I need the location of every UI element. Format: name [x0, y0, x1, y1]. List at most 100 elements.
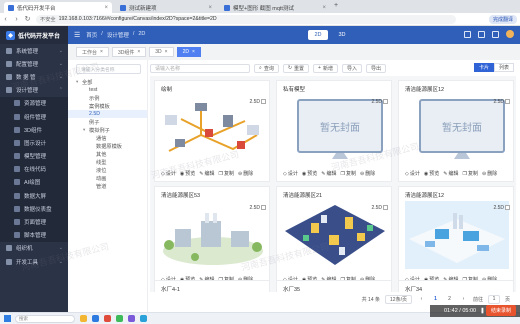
app-icon[interactable] [140, 315, 147, 322]
sidebar-item-15[interactable]: 组织机 ⌄ [0, 242, 68, 255]
sidebar-item-10[interactable]: AI绘图 [0, 175, 68, 190]
tree-toggle-icon[interactable]: ▾ [76, 79, 80, 85]
page-1[interactable]: 1 [431, 295, 440, 303]
browser-tab-test[interactable]: 测试新建项 × [116, 2, 216, 13]
close-icon[interactable]: × [137, 49, 140, 55]
prev-page-icon[interactable]: ‹ [417, 295, 426, 303]
windows-start-icon[interactable] [4, 315, 11, 322]
tree-node[interactable]: 管道 [68, 182, 147, 190]
delete-button[interactable]: ⊖删除 [482, 170, 497, 178]
new-tab-icon[interactable]: + [334, 2, 338, 9]
tab-3d[interactable]: 3D [332, 30, 352, 40]
tree-node[interactable]: 动画 [68, 174, 147, 182]
app-icon[interactable] [104, 315, 111, 322]
card-checkbox[interactable] [261, 99, 266, 104]
sidebar-item-4[interactable]: 资源管理 [0, 96, 68, 110]
model-card[interactable]: 清洁能源展区122.5D◇设计◉预览✎编辑❐复制⊖删除 [398, 186, 514, 288]
sidebar-item-12[interactable]: 数据仪表盘 [0, 202, 68, 216]
reset-button[interactable]: ↻ 重置 [282, 63, 310, 73]
card-thumbnail[interactable] [161, 95, 265, 163]
file-explorer-icon[interactable] [80, 315, 87, 322]
preview-button[interactable]: ◉预览 [424, 170, 439, 178]
design-button[interactable]: ◇设计 [405, 170, 420, 178]
card-thumbnail[interactable] [161, 201, 265, 269]
edge-icon[interactable] [92, 315, 99, 322]
security-warning[interactable]: 不安全 [40, 16, 56, 23]
model-card[interactable]: 清洁能源展区12 暂无封面 2.5D ◇ 设计 ◉ 预览 ✎ 编辑 ❐ 复制 ⊖ 删除 [398, 80, 514, 182]
add-button[interactable]: + 新增 [313, 63, 338, 73]
tree-node[interactable]: ▾ 全部 [68, 78, 147, 86]
avatar[interactable] [506, 30, 514, 38]
close-tab-icon[interactable]: × [208, 5, 212, 11]
tree-node[interactable]: 示例 [68, 94, 147, 102]
sidebar-item-0[interactable]: 系统管理 ⌄ [0, 44, 68, 57]
card-checkbox[interactable] [383, 99, 388, 104]
sidebar-item-2[interactable]: 数 据 管 ⌄ [0, 70, 68, 83]
tree-node[interactable]: 案例模板 [68, 102, 147, 110]
page-size-select[interactable]: 12条/页 [385, 294, 412, 304]
breadcrumb-design[interactable]: 设计管理 [107, 31, 129, 39]
browser-tab-mqtt[interactable]: 模型+图形 截图 mqtt测试 × [220, 2, 330, 13]
page-tab-1[interactable]: 3D组件 × [111, 47, 147, 57]
card-thumbnail[interactable] [405, 201, 509, 269]
model-card[interactable]: 清洁能源展区212.5D◇设计◉预览✎编辑❐复制⊖删除 [276, 186, 392, 288]
close-icon[interactable]: × [165, 49, 168, 55]
sidebar-item-14[interactable]: 脚本管理 [0, 228, 68, 242]
card-checkbox[interactable] [261, 205, 266, 210]
sidebar-item-8[interactable]: 模型管理 [0, 149, 68, 163]
next-page-icon[interactable]: › [459, 295, 468, 303]
tree-node[interactable]: 数据原模板 [68, 142, 147, 150]
card-view-button[interactable]: 卡片 [473, 63, 494, 72]
card-thumbnail[interactable]: 暂无封面 [283, 95, 387, 163]
name-search-input[interactable]: 请输入名称 [150, 63, 250, 73]
page-tab-2[interactable]: 3D × [149, 47, 174, 57]
url-field[interactable]: 不安全 192.168.0.103:7166/#/configure/Canva… [36, 14, 456, 24]
import-button[interactable]: 导入 [341, 63, 362, 73]
close-icon[interactable]: × [100, 49, 103, 55]
copy-button[interactable]: ❐复制 [462, 170, 478, 178]
breadcrumb-home[interactable]: 首页 [86, 31, 97, 39]
copy-button[interactable]: ❐复制 [218, 170, 234, 178]
stop-recording-button[interactable]: 结束录制 [485, 305, 516, 316]
sidebar-item-1[interactable]: 配置管理 ⌄ [0, 57, 68, 70]
close-tab-icon[interactable]: × [104, 5, 108, 11]
tree-node[interactable]: 其他 [68, 150, 147, 158]
search-button[interactable]: ⌕ 查询 [254, 63, 279, 73]
card-checkbox[interactable] [383, 205, 388, 210]
goto-page-input[interactable]: 1 [487, 294, 500, 304]
edit-button[interactable]: ✎编辑 [321, 170, 336, 178]
tree-node[interactable]: 线型 [68, 158, 147, 166]
sidebar-item-11[interactable]: 数据大屏 [0, 189, 68, 203]
design-button[interactable]: ◇设计 [283, 170, 298, 178]
model-card[interactable]: 清洁能源展区532.5D◇设计◉预览✎编辑❐复制⊖删除 [154, 186, 270, 288]
tree-node[interactable]: test [68, 86, 147, 94]
close-icon[interactable]: × [192, 49, 195, 55]
edit-button[interactable]: ✎编辑 [443, 170, 458, 178]
sidebar-item-6[interactable]: 3D组件 [0, 123, 68, 137]
reload-icon[interactable]: ↻ [22, 15, 33, 23]
close-tab-icon[interactable]: × [322, 5, 326, 11]
card-thumbnail[interactable]: 暂无封面 [405, 95, 509, 163]
preview-button[interactable]: ◉预览 [302, 170, 317, 178]
chrome-icon[interactable] [116, 315, 123, 322]
sidebar-item-5[interactable]: 组件管理 [0, 109, 68, 124]
design-button[interactable]: ◇设计 [161, 170, 176, 178]
edit-button[interactable]: ✎编辑 [199, 170, 214, 178]
sidebar-item-3[interactable]: 设计管理 ⌃ [0, 84, 68, 97]
page-tab-3[interactable]: 2D × [176, 47, 201, 57]
fullscreen-icon[interactable] [478, 30, 485, 38]
back-icon[interactable]: ‹ [0, 16, 11, 23]
forward-icon[interactable]: › [11, 16, 22, 23]
browser-tab-platform[interactable]: 低代码开发平台 × [4, 2, 112, 13]
tree-toggle-icon[interactable]: ▾ [83, 127, 87, 133]
settings-icon[interactable] [492, 30, 499, 38]
search-icon[interactable] [464, 30, 471, 38]
taskbar-search[interactable]: 搜索 [15, 314, 75, 323]
card-thumbnail[interactable] [283, 201, 387, 269]
card-checkbox[interactable] [505, 205, 510, 210]
tree-node[interactable]: 2.5D [68, 110, 147, 118]
model-card[interactable]: 私有模型 暂无封面 2.5D ◇ 设计 ◉ 预览 ✎ 编辑 ❐ 复制 ⊖ 删除 [276, 80, 392, 182]
translate-button[interactable]: 完成翻译 [488, 15, 517, 24]
card-checkbox[interactable] [505, 99, 510, 104]
copy-button[interactable]: ❐复制 [340, 170, 356, 178]
